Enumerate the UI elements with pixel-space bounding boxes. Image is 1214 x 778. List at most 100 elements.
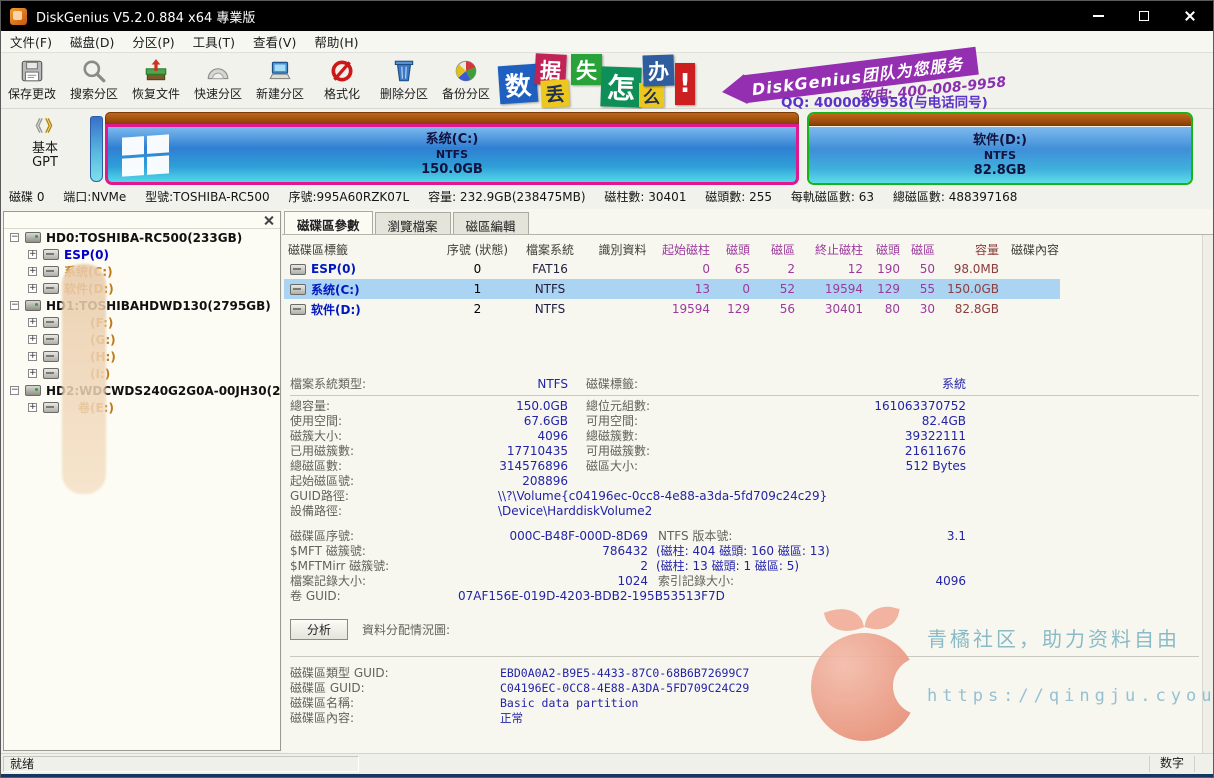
watermark-smudge <box>62 264 106 494</box>
tab-browse-files[interactable]: 瀏覽檔案 <box>375 212 451 234</box>
format-button[interactable]: 格式化 <box>311 53 373 107</box>
partition-icon <box>43 402 59 413</box>
expand-icon[interactable]: + <box>28 352 37 361</box>
expand-icon[interactable]: + <box>28 267 37 276</box>
windows-logo-icon <box>122 134 170 177</box>
partition-details: 檔案系統類型:NTFS磁碟標籤:系統 總容量:150.0GB總位元組數:1610… <box>290 377 1199 726</box>
ad-tile: 丢 <box>540 79 569 107</box>
new-partition-button[interactable]: 新建分区 <box>249 53 311 107</box>
partition-d-fs: NTFS <box>973 148 1027 163</box>
tree-item-c[interactable]: +系统(C:) <box>4 263 280 280</box>
disk0-graphic: 系统(C:) NTFS 150.0GB <box>105 112 799 185</box>
partition-c-size: 150.0GB <box>421 162 483 177</box>
partition-icon <box>290 264 306 275</box>
disk-number: 磁碟 0 <box>9 190 44 204</box>
partition-detail-panel: 磁碟區參數 瀏覽檔案 磁區編輯 磁碟區標籤序號 (狀態)檔案系統識別資料起始磁柱… <box>282 209 1214 753</box>
ad-tile: 么 <box>639 83 664 107</box>
ad-team-banner[interactable]: DiskGenius团队为您服务 致电: 400-008-9958 QQ: 40… <box>709 53 1213 109</box>
menu-bar: 文件(F) 磁盘(D) 分区(P) 工具(T) 查看(V) 帮助(H) <box>1 31 1213 53</box>
menu-file[interactable]: 文件(F) <box>1 32 61 51</box>
disk-model: 型號:TOSHIBA-RC500 <box>145 190 270 204</box>
expand-icon[interactable]: + <box>28 403 37 412</box>
menu-partition[interactable]: 分区(P) <box>123 32 183 51</box>
tree-item-h[interactable]: +(H:) <box>4 348 280 365</box>
tree-item-esp[interactable]: +ESP(0) <box>4 246 280 263</box>
partition-icon <box>43 266 59 277</box>
next-disk-arrow-icon[interactable]: 》 <box>45 117 62 135</box>
delete-partition-icon <box>391 58 417 84</box>
disk-heads: 磁頭數: 255 <box>705 190 772 204</box>
table-row-c-selected[interactable]: 系统(C:) 1NTFS130521959412955150.0GB <box>284 279 1060 299</box>
expand-icon[interactable]: + <box>28 250 37 259</box>
hdd-icon <box>25 300 41 311</box>
minimize-button[interactable] <box>1075 1 1121 31</box>
search-partition-icon <box>81 58 107 84</box>
disk-total-sectors: 總磁區數: 488397168 <box>893 190 1018 204</box>
collapse-icon[interactable]: − <box>10 233 19 242</box>
partition-icon <box>290 304 306 315</box>
tree-item-hd2[interactable]: −HD2:WDCWDS240G2G0A-00JH30(224GB) <box>4 382 280 399</box>
new-partition-icon <box>267 58 293 84</box>
tab-sector-edit[interactable]: 磁區編輯 <box>453 212 529 234</box>
tree-item-d[interactable]: +软件(D:) <box>4 280 280 297</box>
menu-tools[interactable]: 工具(T) <box>184 32 244 51</box>
backup-partition-button[interactable]: 备份分区 <box>435 53 497 107</box>
disk0-strip <box>105 112 799 124</box>
disk-port: 端口:NVMe <box>63 190 126 204</box>
ad-tile: 办 <box>642 54 674 86</box>
tab-partition-parameters[interactable]: 磁碟區參數 <box>284 211 373 234</box>
tree-item-e[interactable]: +卷(E:) <box>4 399 280 416</box>
expand-icon[interactable]: + <box>28 335 37 344</box>
quick-partition-button[interactable]: 快速分区 <box>187 53 249 107</box>
vertical-scrollbar[interactable] <box>1202 235 1214 753</box>
maximize-button[interactable] <box>1121 1 1167 31</box>
analyze-button[interactable]: 分析 <box>290 619 348 640</box>
app-logo-icon <box>10 8 27 25</box>
partition-icon <box>43 249 59 260</box>
hdd-icon <box>25 232 41 243</box>
partition-icon <box>43 351 59 362</box>
tree-item-hd1[interactable]: −HD1:TOSHIBAHDWD130(2795GB) <box>4 297 280 314</box>
collapse-icon[interactable]: − <box>10 386 19 395</box>
status-bar: 就绪 数字 <box>1 753 1214 774</box>
partition-d-block[interactable]: 软件(D:) NTFS 82.8GB <box>807 112 1193 185</box>
disk0-strip-d <box>809 114 1191 126</box>
delete-partition-button[interactable]: 删除分区 <box>373 53 435 107</box>
search-partition-button[interactable]: 搜索分区 <box>63 53 125 107</box>
partition-icon <box>290 284 306 295</box>
format-icon <box>329 58 355 84</box>
allocation-map-label: 資料分配情況圖: <box>362 621 450 638</box>
menu-view[interactable]: 查看(V) <box>244 32 305 51</box>
collapse-icon[interactable]: − <box>10 301 19 310</box>
window-frame-bottom <box>1 774 1214 778</box>
tree-item-hd0[interactable]: −HD0:TOSHIBA-RC500(233GB) <box>4 229 280 246</box>
disk-type-label: 基本 <box>1 142 89 156</box>
partition-d-size: 82.8GB <box>973 163 1027 178</box>
table-row-d[interactable]: 软件(D:) 2NTFS195941295630401803082.8GB <box>284 299 1060 319</box>
tree-item-i[interactable]: +(I:) <box>4 365 280 382</box>
table-header-row: 磁碟區標籤序號 (狀態)檔案系統識別資料起始磁柱磁頭磁區終止磁柱磁頭磁區容量磁碟… <box>284 239 1060 259</box>
expand-icon[interactable]: + <box>28 318 37 327</box>
prev-disk-arrow-icon[interactable]: 《 <box>28 117 45 135</box>
tree-panel-header <box>4 212 280 229</box>
ad-tiles-banner[interactable]: 数 据 丢 失 怎 么 办 ! <box>497 53 709 109</box>
expand-icon[interactable]: + <box>28 284 37 293</box>
recover-files-button[interactable]: 恢复文件 <box>125 53 187 107</box>
tree-item-g[interactable]: +(G:) <box>4 331 280 348</box>
partition-table: 磁碟區標籤序號 (狀態)檔案系統識別資料起始磁柱磁頭磁區終止磁柱磁頭磁區容量磁碟… <box>284 239 1060 319</box>
menu-help[interactable]: 帮助(H) <box>305 32 367 51</box>
partition-c-block[interactable]: 系统(C:) NTFS 150.0GB <box>105 124 799 185</box>
status-numlock-indicator: 数字 <box>1149 756 1195 772</box>
diskgenius-window: DiskGenius V5.2.0.884 x64 專業版 文件(F) 磁盘(D… <box>0 0 1214 778</box>
save-changes-button[interactable]: 保存更改 <box>1 53 63 107</box>
esp-partition-block[interactable] <box>90 116 103 182</box>
disk-sectors-per-track: 每軌磁區數: 63 <box>791 190 874 204</box>
expand-icon[interactable]: + <box>28 369 37 378</box>
menu-disk[interactable]: 磁盘(D) <box>61 32 123 51</box>
close-button[interactable] <box>1167 1 1213 31</box>
title-bar: DiskGenius V5.2.0.884 x64 專業版 <box>1 1 1213 31</box>
tree-close-icon[interactable] <box>263 214 275 226</box>
table-row-esp[interactable]: ESP(0) 0FAT160652121905098.0MB <box>284 259 1060 279</box>
partition-icon <box>43 334 59 345</box>
tree-item-f[interactable]: +(F:) <box>4 314 280 331</box>
